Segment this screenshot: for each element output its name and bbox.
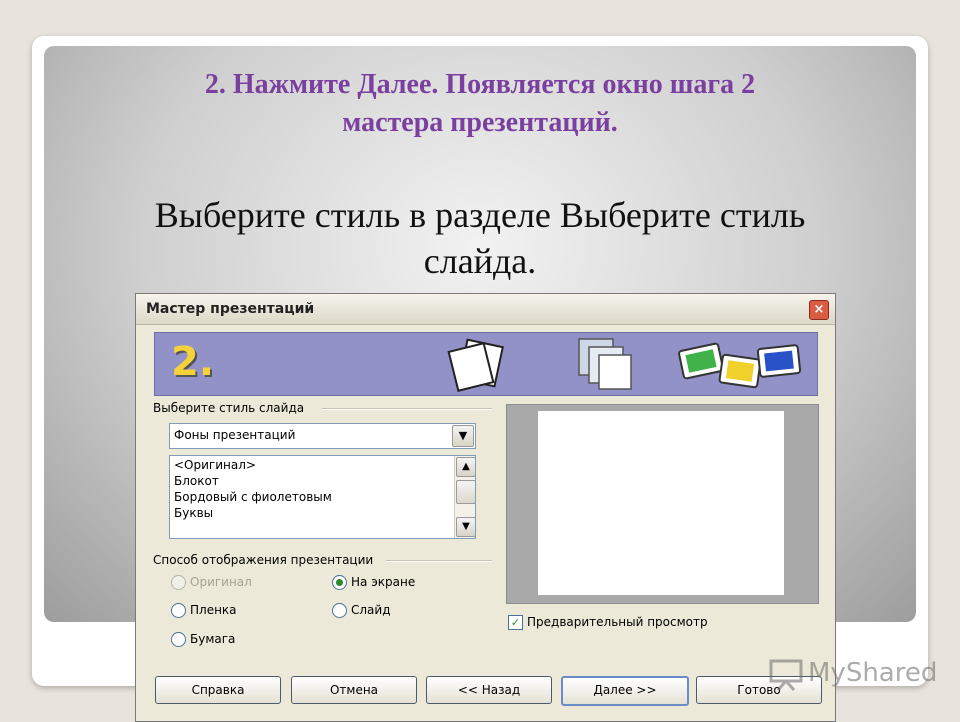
preview-page	[538, 411, 784, 595]
list-item[interactable]: Блокот	[174, 474, 219, 488]
slide-title-line-1: 2. Нажмите Далее. Появляется окно шага 2	[204, 69, 756, 100]
color-slides-icon	[678, 342, 802, 389]
radio-original-label: Оригинал	[190, 575, 252, 589]
layered-pages-icon	[578, 338, 632, 390]
group-divider	[322, 408, 492, 410]
list-item[interactable]: Буквы	[174, 506, 213, 520]
scroll-up-icon[interactable]: ▲	[456, 457, 475, 477]
dropdown-selected-value: Фоны презентаций	[174, 428, 296, 442]
slide-body-line-2: слайда.	[423, 241, 537, 281]
radio-paper-label: Бумага	[190, 632, 236, 646]
list-item[interactable]: <Оригинал>	[174, 458, 256, 472]
slide-style-group-label: Выберите стиль слайда	[153, 401, 305, 415]
slide-style-dropdown[interactable]: Фоны презентаций ▼	[169, 423, 476, 449]
group-divider	[386, 560, 492, 562]
help-button[interactable]: Справка	[155, 676, 281, 704]
preview-checkbox[interactable]: ✓	[508, 615, 523, 630]
slide-title-line-2: мастера презентаций.	[342, 107, 618, 138]
radio-original[interactable]	[171, 575, 186, 590]
preview-checkbox-label: Предварительный просмотр	[527, 615, 708, 629]
list-item[interactable]: Бордовый с фиолетовым	[174, 490, 332, 504]
back-button[interactable]: << Назад	[426, 676, 552, 704]
radio-on-screen-label: На экране	[351, 575, 416, 589]
slide-preview-pane	[506, 404, 819, 604]
list-scrollbar[interactable]: ▲ ▼	[454, 456, 475, 538]
chevron-down-icon[interactable]: ▼	[452, 425, 474, 447]
step-number: 2.	[171, 339, 215, 385]
slide-body-line-1: Выберите стиль в разделе Выберите стиль	[154, 195, 806, 235]
cancel-button[interactable]: Отмена	[291, 676, 417, 704]
radio-paper[interactable]	[171, 632, 186, 647]
radio-slide[interactable]	[332, 603, 347, 618]
dialog-titlebar[interactable]: Мастер презентаций ×	[136, 294, 835, 325]
dialog-title: Мастер презентаций	[146, 301, 315, 317]
scroll-down-icon[interactable]: ▼	[456, 517, 475, 537]
radio-slide-label: Слайд	[351, 603, 391, 617]
radio-on-screen[interactable]	[332, 575, 347, 590]
display-mode-group-label: Способ отображения презентации	[153, 553, 374, 567]
presentation-wizard-dialog: Мастер презентаций × 2. Выберите стиль с…	[135, 293, 836, 722]
watermark-text: MyShared	[808, 658, 938, 688]
wizard-step-banner: 2.	[154, 332, 818, 396]
radio-film-label: Пленка	[190, 603, 237, 617]
next-button[interactable]: Далее >>	[561, 676, 689, 706]
watermark: MyShared	[766, 656, 937, 696]
close-button[interactable]: ×	[809, 300, 829, 320]
close-icon: ×	[813, 302, 825, 317]
radio-film[interactable]	[171, 603, 186, 618]
presentation-logo-icon	[769, 659, 803, 691]
slide-body-text: Выберите стиль в разделе Выберите стиль …	[60, 192, 900, 284]
scroll-thumb[interactable]	[456, 480, 475, 504]
slide-style-list[interactable]: <Оригинал> Блокот Бордовый с фиолетовым …	[169, 455, 476, 539]
slide-title: 2. Нажмите Далее. Появляется окно шага 2…	[60, 66, 900, 142]
slides-stack-icon	[447, 338, 504, 392]
